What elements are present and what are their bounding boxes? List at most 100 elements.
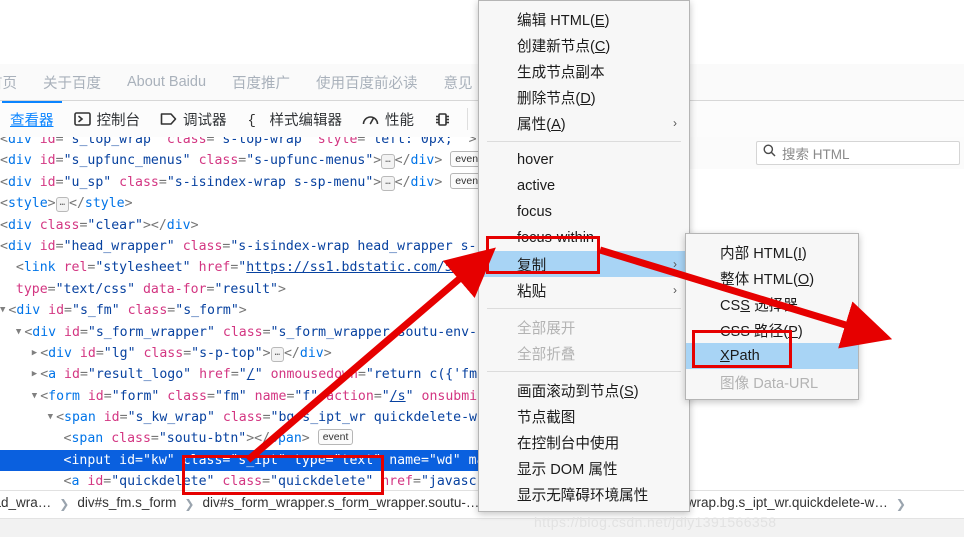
code-token-attr: id [39, 174, 56, 190]
code-token-str: "clear" [87, 217, 143, 233]
twisty-closed-icon[interactable]: ▶ [32, 348, 37, 358]
code-token-sp [103, 431, 111, 446]
menu-item[interactable]: 复制 › [479, 251, 689, 277]
collapsed-children-icon[interactable]: … [55, 197, 70, 213]
menu-item[interactable]: 整体 HTML(O) [686, 265, 858, 291]
tab-memory-icon[interactable] [424, 101, 461, 137]
code-token-punct: > [124, 196, 133, 212]
code-token-attr: id [87, 388, 104, 404]
tab-样式编辑器[interactable]: { } 样式编辑器 [237, 101, 353, 137]
menu-item[interactable]: 节点截图 [479, 403, 689, 429]
menu-item[interactable]: focus-within [479, 225, 689, 251]
code-token-punct: < [0, 238, 8, 254]
menu-item-label: 编辑 HTML(E) [517, 12, 610, 29]
menu-item[interactable]: 创建新节点(C) [479, 32, 689, 58]
code-token-attr: type [293, 452, 326, 468]
menu-item[interactable]: active [479, 173, 689, 199]
nav-link[interactable]: 意见 [444, 72, 473, 93]
menu-item[interactable]: 属性(A) › [479, 110, 689, 136]
code-token-punct: < [0, 153, 8, 169]
menu-item-label: CSS 选择器 [720, 297, 798, 314]
menu-item-label: 全部折叠 [517, 346, 576, 363]
menu-item-label: 创建新节点(C) [517, 38, 611, 55]
context-menu[interactable]: 编辑 HTML(E) 创建新节点(C) 生成节点副本 删除节点(D) 属性(A) › hov… [478, 0, 690, 512]
code-token-sp [32, 175, 40, 190]
nav-link[interactable]: 百度推广 [232, 72, 290, 93]
twisty-open-icon[interactable]: ▼ [16, 327, 21, 337]
menu-item[interactable]: CSS 路径(P) [686, 317, 858, 343]
tab-性能[interactable]: 性能 [352, 101, 424, 137]
code-token-attr: href [198, 260, 231, 276]
breadcrumb-item[interactable]: div#s_form_wrapper.s_form_wrapper.soutu-… [200, 495, 481, 510]
twisty-closed-icon[interactable]: ▶ [32, 369, 37, 379]
code-token-str: "s-isindex-wrap s-sp-menu" [166, 174, 374, 190]
code-token-str: "text/css" [55, 281, 136, 297]
nav-link[interactable]: About Baidu [127, 74, 206, 90]
menu-item: 全部折叠 [479, 340, 689, 366]
breadcrumb-item[interactable]: ead_wra… [0, 495, 53, 510]
menu-separator [487, 371, 681, 372]
source-link[interactable]: / [247, 367, 255, 382]
code-token-attr: rel [63, 260, 88, 276]
code-token-punct: > [373, 153, 382, 169]
code-token-punct: ></ [246, 431, 271, 447]
search-input[interactable]: 搜索 HTML [756, 141, 960, 165]
twisty-open-icon[interactable]: ▼ [32, 391, 37, 401]
twisty-open-icon[interactable]: ▼ [0, 305, 5, 315]
code-token-attr: class [166, 137, 207, 147]
code-token-punct: = [103, 388, 112, 404]
code-token-str: "kw" [142, 452, 175, 468]
menu-item[interactable]: focus [479, 199, 689, 225]
source-link[interactable]: https://ss1.bdstatic.com/5eN1 [246, 260, 476, 275]
code-token-attr: id [39, 238, 56, 254]
nav-link[interactable]: 关于百度 [43, 72, 101, 93]
menu-item[interactable]: XPath [686, 343, 858, 369]
chevron-right-icon: › [673, 116, 677, 130]
menu-item[interactable]: 显示无障碍环境属性 [479, 481, 689, 507]
context-submenu-copy[interactable]: 内部 HTML(I) 整体 HTML(O) CSS 选择器 CSS 路径(P) XPat… [685, 233, 859, 400]
tab-控制台[interactable]: 控制台 [64, 101, 151, 137]
menu-item[interactable]: 删除节点(D) [479, 84, 689, 110]
source-link[interactable]: /s [390, 389, 406, 404]
twisty-open-icon[interactable]: ▼ [48, 412, 53, 422]
event-badge[interactable]: event [317, 429, 354, 446]
menu-item[interactable]: CSS 选择器 [686, 291, 858, 317]
nav-link[interactable]: 首页 [0, 72, 17, 93]
code-token-attr: name [254, 388, 287, 404]
tab-调试器[interactable]: 调试器 [150, 101, 237, 137]
menu-item[interactable]: 编辑 HTML(E) [479, 6, 689, 32]
menu-item[interactable]: 粘贴 › [479, 277, 689, 303]
code-token-punct: < [0, 217, 8, 233]
code-token-sp [215, 325, 223, 340]
code-token-punct: > [47, 196, 56, 212]
menu-item[interactable]: 在控制台中使用 [479, 429, 689, 455]
menu-item[interactable]: 显示 DOM 属性 [479, 455, 689, 481]
code-token-punct: </ [283, 345, 300, 361]
menu-item[interactable]: 内部 HTML(I) [686, 239, 858, 265]
menu-item[interactable]: 画面滚动到节点(S) [479, 377, 689, 403]
collapsed-children-icon[interactable]: … [381, 154, 395, 170]
svg-text:{ }: { } [247, 113, 264, 127]
code-token-punct: > [468, 137, 477, 147]
code-token-punct: < [0, 174, 8, 190]
code-token-attr: class [167, 388, 207, 404]
code-token-punct: = [95, 345, 104, 361]
nav-link[interactable]: 使用百度前必读 [316, 72, 418, 93]
breadcrumb-item[interactable]: div#s_fm.s_form [75, 495, 178, 510]
code-token-punct: = [79, 367, 88, 383]
code-token-sp [56, 260, 64, 275]
code-token-str: "form" [111, 388, 160, 404]
code-token-attr: class [222, 474, 263, 490]
menu-item[interactable]: 生成节点副本 [479, 58, 689, 84]
code-token-attr: class [127, 303, 168, 319]
code-token-str: "s_form" [175, 303, 239, 319]
collapsed-children-icon[interactable]: … [381, 175, 395, 191]
tab-查看器[interactable]: 查看器 [0, 101, 64, 137]
code-token-str: "s_form_wrapper soutu-env- [270, 324, 477, 340]
collapsed-children-icon[interactable]: … [270, 346, 284, 362]
menu-item[interactable]: hover [479, 147, 689, 173]
code-token-str: "s-isindex-wrap head_wrapper s- [230, 238, 477, 254]
code-token-punct: > [262, 345, 271, 361]
